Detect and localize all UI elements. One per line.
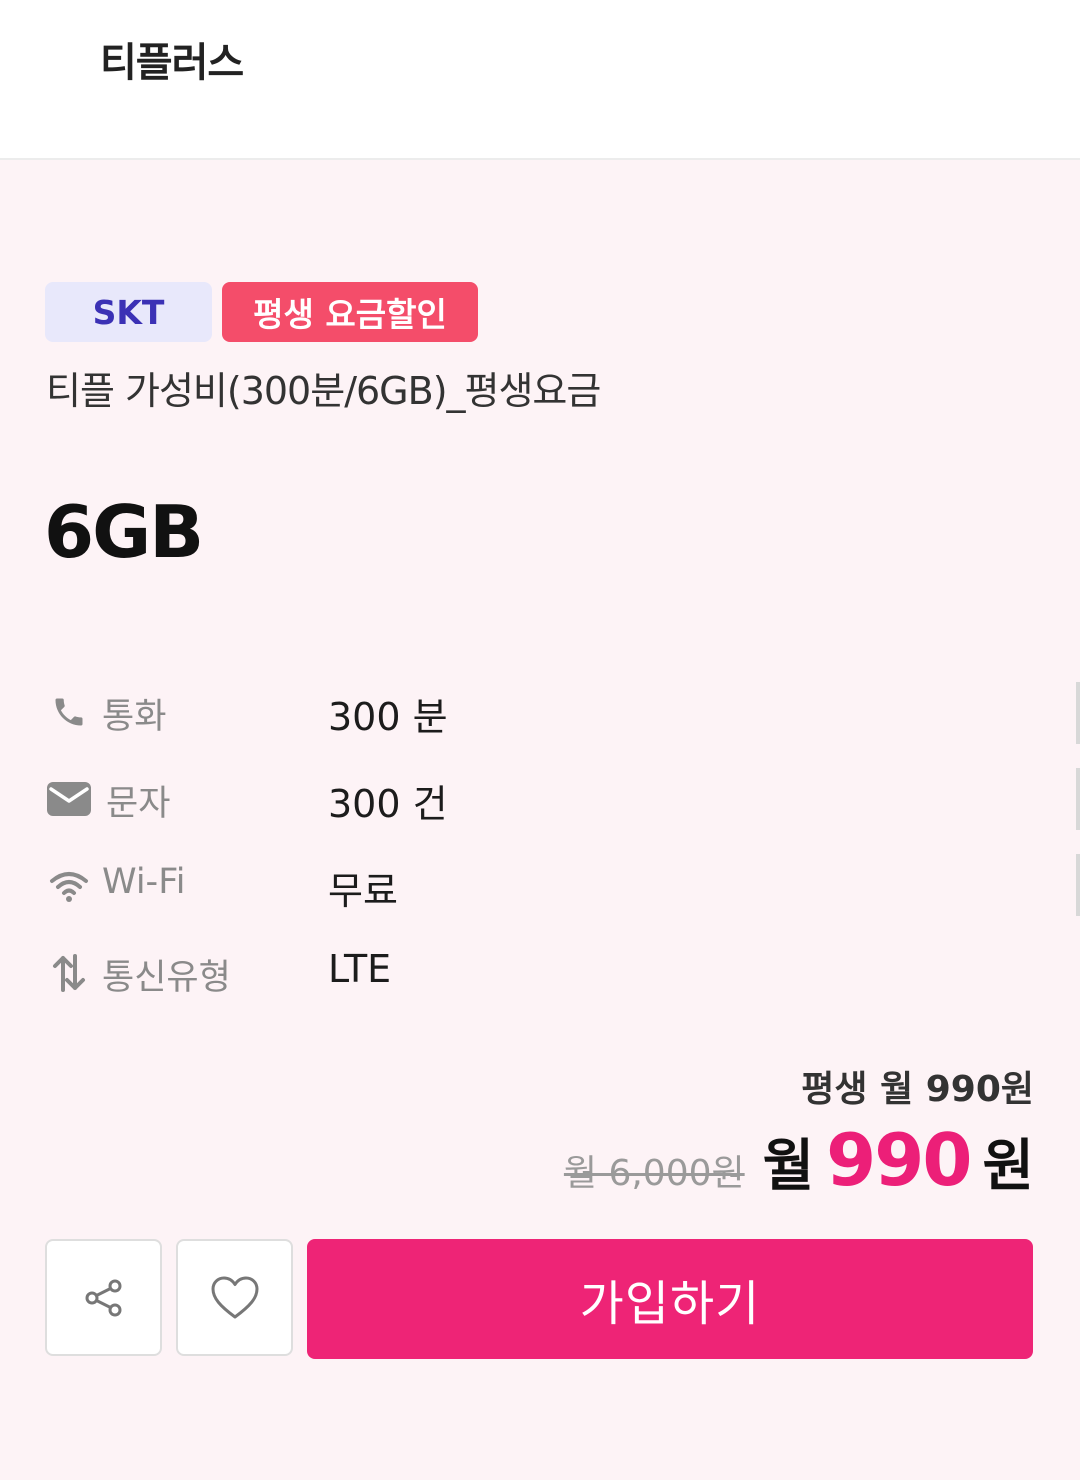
scroll-indicator [1076,854,1080,916]
scroll-indicator [1076,682,1080,744]
favorite-button[interactable] [176,1239,293,1356]
spec-label-network: 통신유형 [102,958,231,998]
carrier-badge: SKT [45,282,212,342]
spec-label-wifi: Wi-Fi [102,862,186,902]
scroll-indicator [1076,768,1080,830]
spec-row-sms: 문자 300 건 [46,769,746,829]
current-price-amount: 990 [826,1118,972,1202]
heart-icon [211,1276,258,1318]
phone-icon [46,690,92,734]
current-price: 월 990 원 [763,1118,1034,1202]
spec-value-call: 300 분 [328,695,448,739]
envelope-icon [46,777,92,821]
price-line: 월 6,000원 월 990 원 [564,1118,1034,1202]
spec-value-sms: 300 건 [328,782,448,826]
brand-title: 티플러스 [100,40,244,86]
spec-row-wifi: Wi-Fi 무료 [46,856,746,916]
spec-row-call: 통화 300 분 [46,682,746,742]
network-arrows-icon [46,951,92,995]
spec-label-call: 통화 [102,697,167,737]
share-icon [85,1279,121,1316]
action-bar: 가입하기 [45,1239,1033,1359]
share-button[interactable] [45,1239,162,1356]
spec-row-network: 통신유형 LTE [46,943,746,1003]
plan-name: 티플 가성비(300분/6GB)_평생요금 [46,369,601,413]
current-price-prefix: 월 [762,1134,815,1199]
spec-value-wifi: 무료 [328,869,398,913]
wifi-icon [46,864,92,908]
join-button[interactable]: 가입하기 [307,1239,1033,1359]
data-amount: 6GB [44,490,204,574]
current-price-suffix: 원 [982,1134,1034,1199]
promo-badge: 평생 요금할인 [222,282,478,342]
plan-badges: SKT 평생 요금할인 [45,282,478,342]
spec-value-network: LTE [328,947,392,991]
lifetime-price-note: 평생 월 990원 [801,1069,1034,1110]
original-price: 월 6,000원 [563,1153,745,1194]
spec-label-sms: 문자 [106,784,171,824]
app-header: 티플러스 [0,0,1080,160]
